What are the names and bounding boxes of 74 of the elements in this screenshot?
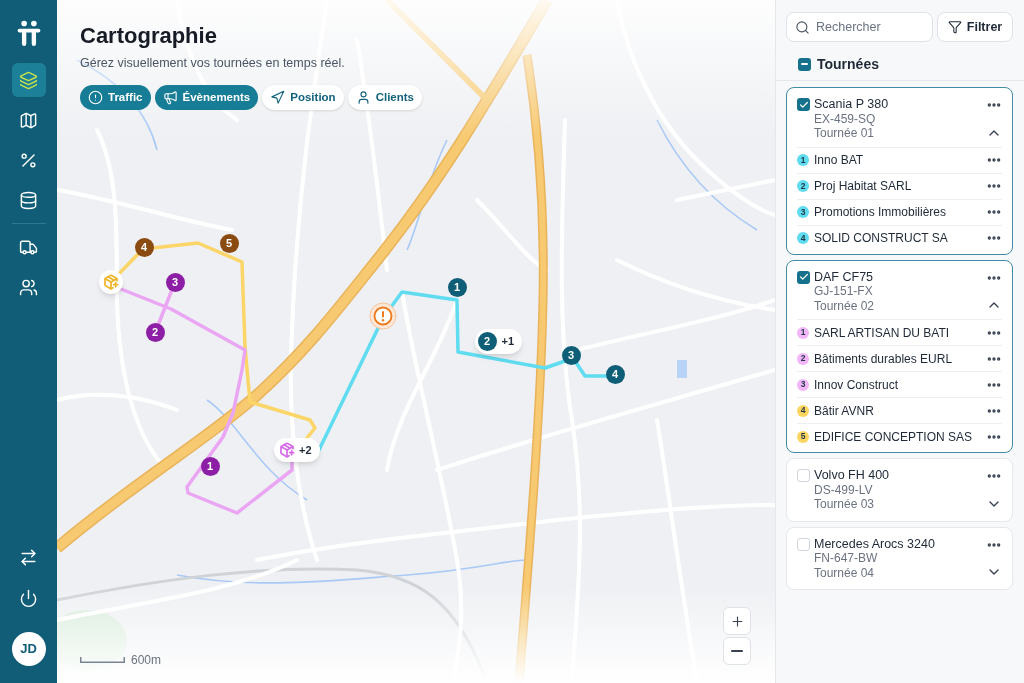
stop-name: Innov Construct (814, 376, 900, 394)
search-field[interactable]: Rechercher (786, 12, 933, 42)
checkbox[interactable] (797, 537, 810, 551)
scale-bar-icon (80, 657, 125, 663)
filter-chip[interactable]: Clients (347, 85, 422, 110)
plus-icon (729, 613, 745, 629)
stop-number: 1 (797, 154, 809, 166)
truck-icon (19, 237, 38, 257)
alert-circle-icon (88, 90, 103, 105)
page-subtitle: Gérez visuellement vos tournées en temps réel. (80, 55, 346, 71)
check-icon (798, 99, 809, 110)
scale-label: 600m (131, 652, 162, 669)
more-count: +1 (501, 333, 515, 349)
checkbox[interactable] (797, 469, 810, 482)
stop-name: Proj Habitat SARL (814, 178, 913, 195)
checkbox[interactable] (798, 57, 811, 71)
stop-number: 5 (797, 430, 809, 443)
zoom-out-button[interactable] (723, 637, 751, 665)
user-avatar[interactable]: JD (11, 632, 46, 666)
navigation-icon (270, 90, 286, 105)
tour-name: Tournée 01 (814, 126, 875, 141)
stop-number: 3 (797, 206, 809, 218)
users-icon (19, 277, 38, 297)
checkbox[interactable] (797, 98, 810, 111)
swap-arrows-icon (19, 547, 38, 567)
user-icon (355, 90, 371, 105)
stop-number: 3 (797, 378, 809, 391)
filter-chip[interactable]: Évènements (154, 85, 259, 110)
plate-number: FN-647-BW (814, 551, 878, 566)
traffic-alert-icon[interactable] (369, 302, 397, 330)
search-icon (795, 19, 810, 35)
vehicle-name: DAF CF75 (814, 269, 874, 284)
layers-icon (19, 70, 38, 90)
filter-chip[interactable]: Position (262, 85, 344, 110)
vehicle-name: Scania P 380 (814, 97, 889, 112)
section-title: Tournées (817, 55, 879, 73)
stop-name: EDIFICE CONCEPTION SAS (814, 428, 974, 446)
vehicle-name: Mercedes Arocs 3240 (814, 536, 935, 551)
stop-name: SARL ARTISAN DU BATI (814, 324, 951, 342)
stop-number: 1 (797, 326, 809, 339)
stop-number: 2 (797, 352, 809, 365)
map-icon (19, 110, 38, 130)
filter-chip[interactable]: Traffic (80, 85, 151, 110)
checkbox[interactable] (797, 270, 810, 284)
stop-number: 2 (797, 180, 809, 192)
minus-icon (731, 650, 743, 652)
minus-icon (801, 63, 808, 65)
route-stop-marker[interactable]: 2 (477, 331, 497, 351)
check-icon (798, 272, 809, 282)
zoom-in-button[interactable] (723, 607, 751, 635)
stop-name: Inno BAT (814, 152, 865, 169)
plate-number: EX-459-SQ (814, 111, 876, 126)
filter-icon (947, 20, 962, 34)
filter-button[interactable]: Filtrer (937, 12, 1013, 42)
stop-name: Bâtiments durables EURL (814, 350, 954, 368)
vehicle-name: Volvo FH 400 (814, 468, 890, 483)
nav-button[interactable] (11, 63, 46, 97)
logo-icon (15, 20, 42, 46)
depot-cluster-marker[interactable]: +2 (274, 438, 320, 462)
stop-name: Bâtir AVNR (814, 402, 875, 420)
tour-name: Tournée 03 (814, 497, 875, 512)
plate-number: GJ-151-FX (814, 284, 873, 299)
database-icon (19, 190, 38, 210)
stop-number: 4 (797, 232, 809, 244)
power-icon (19, 588, 38, 608)
more-count: +2 (299, 442, 312, 458)
plate-number: DS-499-LV (814, 482, 873, 497)
megaphone-icon (162, 90, 178, 105)
tour-name: Tournée 02 (814, 298, 875, 313)
stop-name: Promotions Immobilières (814, 204, 948, 221)
stop-name: SOLID CONSTRUCT SA (814, 230, 949, 247)
tour-name: Tournée 04 (814, 565, 875, 580)
page-title: Cartographie (80, 22, 218, 50)
stop-number: 4 (797, 404, 809, 417)
